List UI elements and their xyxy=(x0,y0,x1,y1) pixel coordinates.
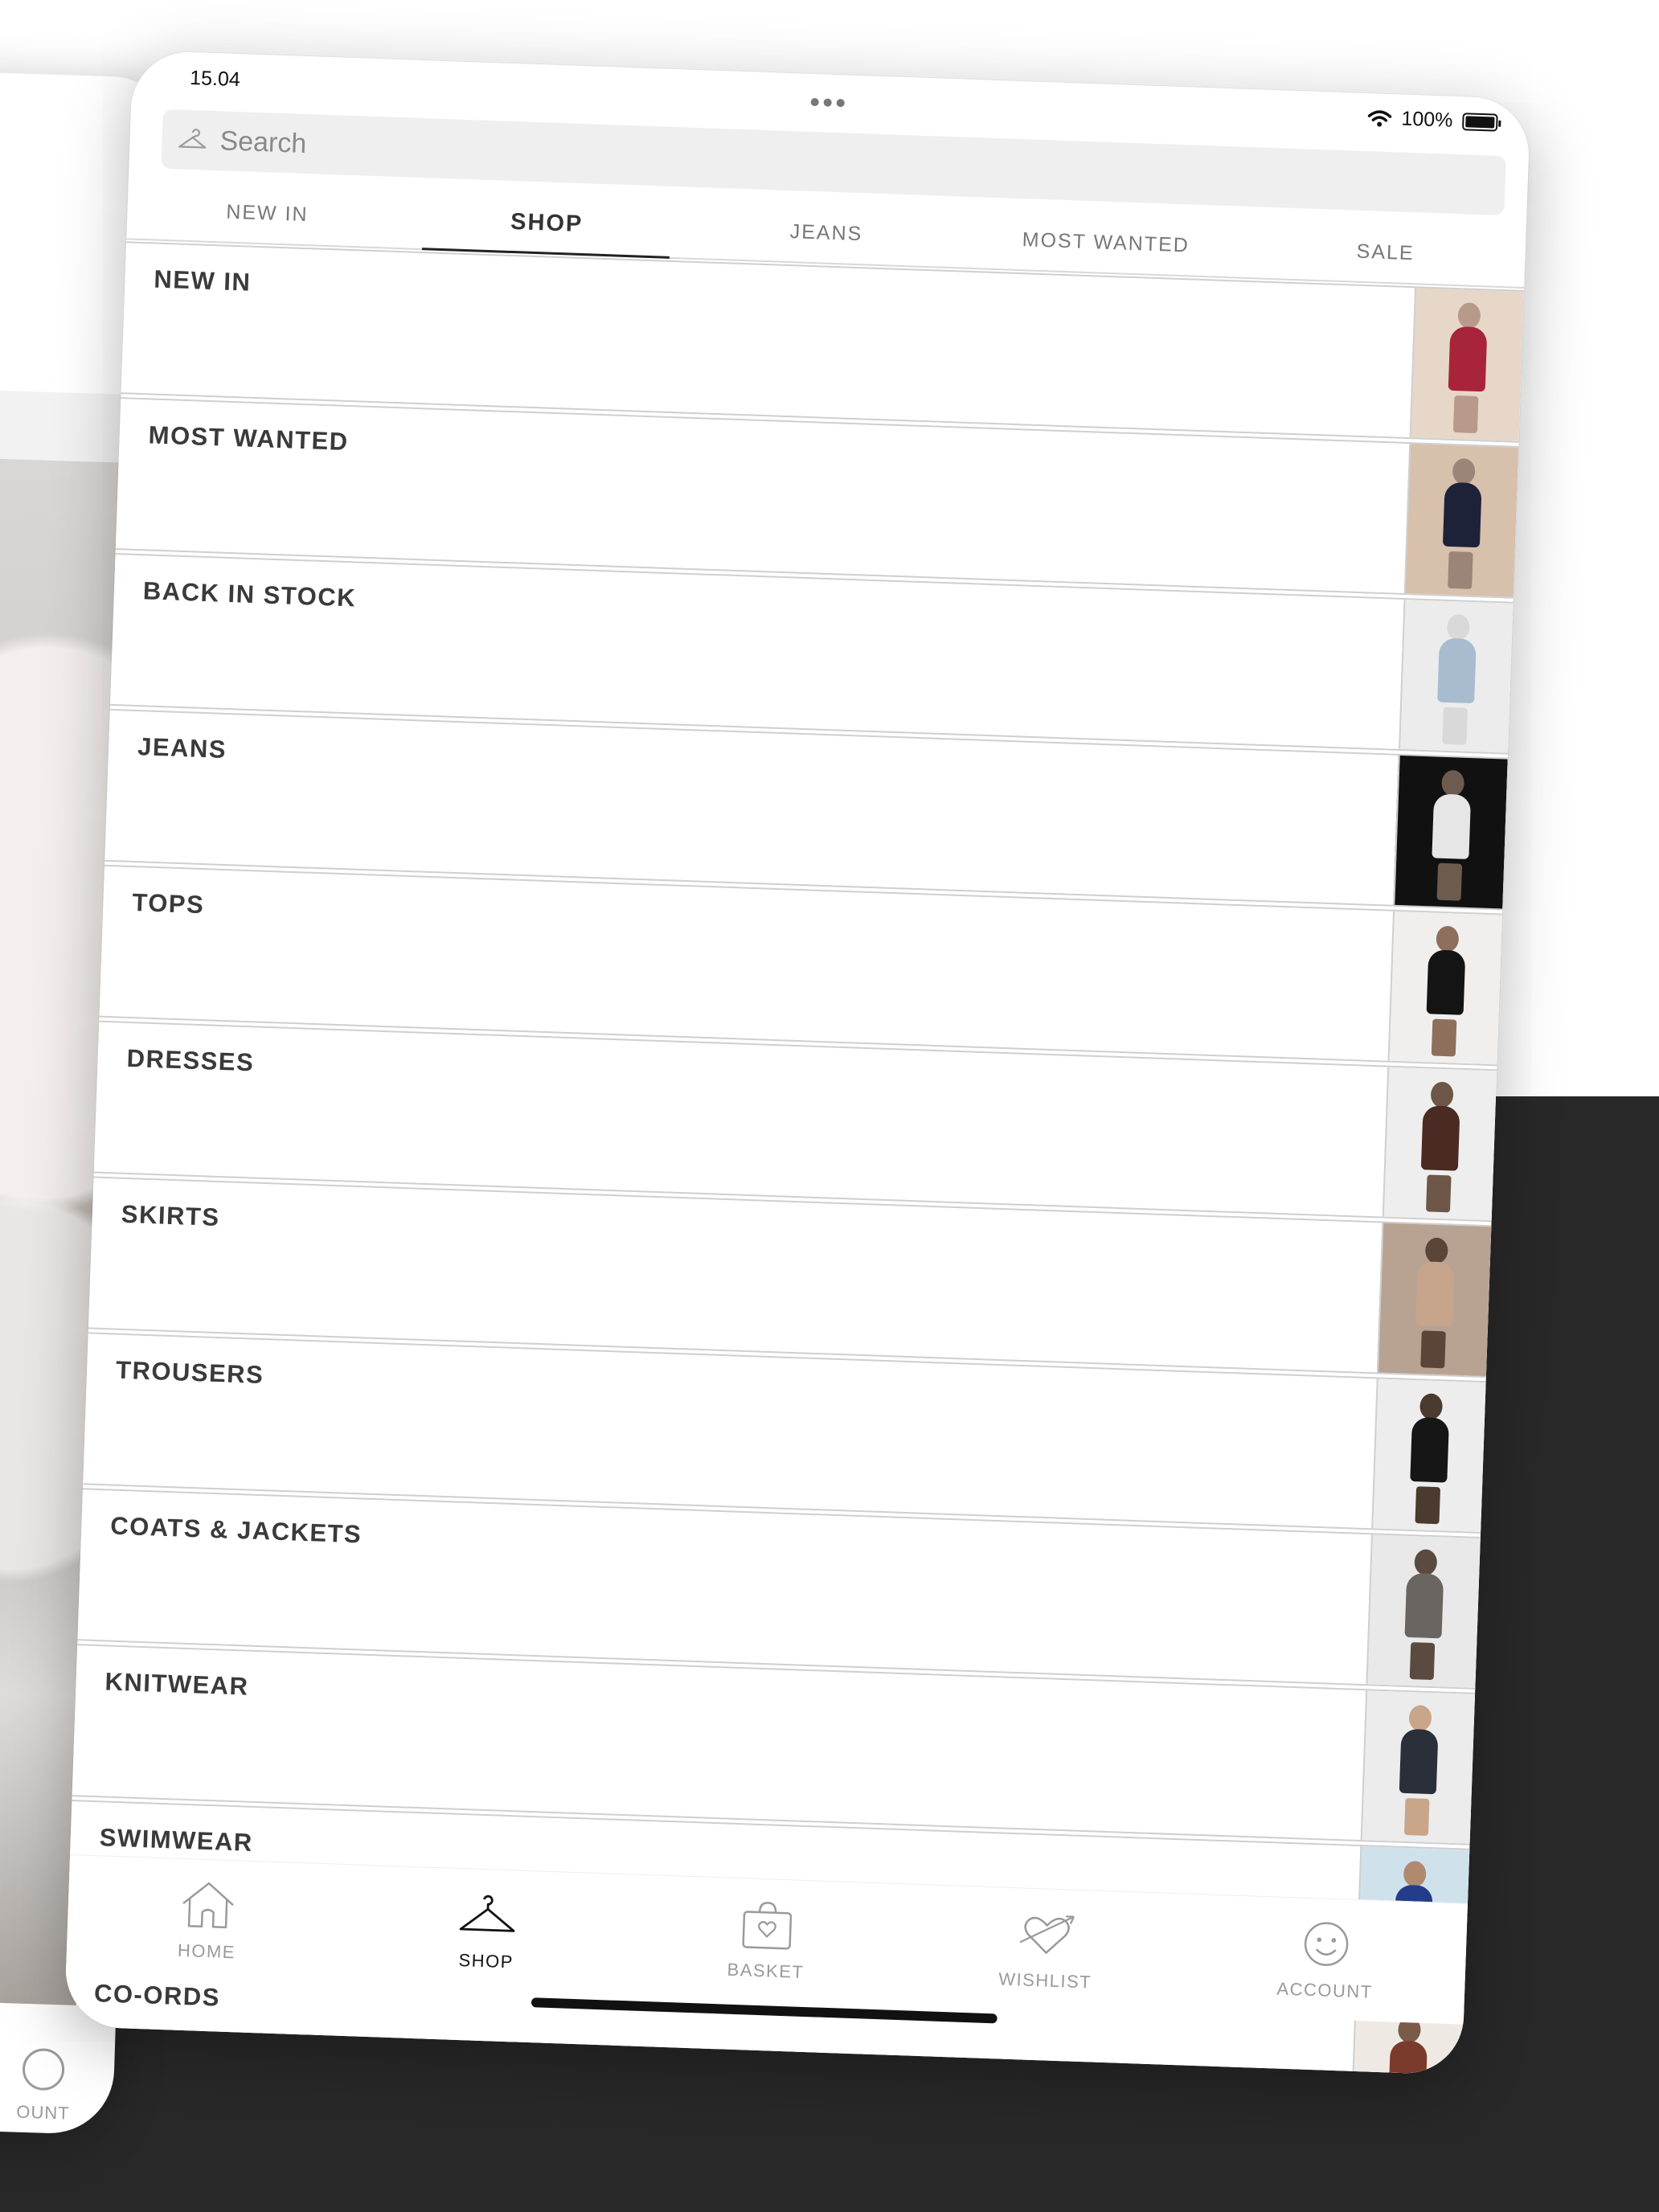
model-head xyxy=(1457,302,1481,330)
smiley-icon xyxy=(22,2047,65,2091)
category-label: NEW IN xyxy=(153,264,252,297)
category-label: BACK IN STOCK xyxy=(142,576,357,612)
heart-arrow-icon xyxy=(1019,1915,1075,1955)
model-legs xyxy=(1415,1486,1441,1525)
status-right: 100% xyxy=(1367,106,1498,134)
category-thumbnail xyxy=(1376,1223,1492,1377)
hanger-icon xyxy=(178,129,207,149)
model-legs xyxy=(1431,1018,1457,1057)
category-thumbnail xyxy=(1399,599,1514,753)
model-outfit xyxy=(1404,1572,1444,1639)
model-legs xyxy=(1452,395,1479,434)
model-outfit xyxy=(1442,481,1482,548)
tablet-device: 15.04 100% Search NEW IN SHOP JEANS MOST… xyxy=(63,50,1531,2075)
model-outfit xyxy=(1399,1728,1439,1795)
search-input[interactable]: Search xyxy=(219,125,307,160)
category-label: DRESSES xyxy=(126,1043,255,1077)
category-label: JEANS xyxy=(137,732,227,764)
model-legs xyxy=(1409,1642,1436,1681)
category-thumbnail xyxy=(1366,1534,1481,1688)
tab-bar-home-label: HOME xyxy=(177,1940,236,1963)
model-head xyxy=(1414,1549,1438,1576)
category-label: TROUSERS xyxy=(115,1355,264,1390)
category-list: NEW IN MOST WANTED BACK IN STOCK JEANS TOPS D… xyxy=(63,241,1525,2075)
model-legs xyxy=(1448,551,1473,589)
model-outfit xyxy=(1415,1261,1455,1327)
model-outfit xyxy=(1420,1105,1460,1171)
model-head xyxy=(1424,1237,1448,1264)
model-head xyxy=(1408,1705,1432,1732)
status-time: 15.04 xyxy=(189,66,241,92)
tab-bar-basket[interactable]: BASKET xyxy=(625,1874,908,2005)
model-head xyxy=(1441,769,1465,797)
background-tab-label: OUNT xyxy=(15,2101,71,2124)
tab-bar-home[interactable]: HOME xyxy=(66,1855,350,1985)
category-label: COATS & JACKETS xyxy=(109,1511,363,1549)
basket-icon xyxy=(742,1902,793,1950)
model-legs xyxy=(1420,1330,1446,1369)
battery-icon xyxy=(1461,112,1498,132)
category-label: SKIRTS xyxy=(121,1199,221,1232)
model-outfit xyxy=(1410,1416,1450,1483)
wifi-icon xyxy=(1367,109,1392,127)
model-outfit xyxy=(1437,637,1477,704)
category-thumbnail xyxy=(1387,911,1502,1065)
model-legs xyxy=(1426,1174,1452,1213)
model-outfit xyxy=(1432,793,1472,859)
model-outfit xyxy=(1388,2040,1428,2075)
tab-bar-shop-label: SHOP xyxy=(458,1949,514,1972)
model-legs xyxy=(1442,707,1468,745)
model-outfit xyxy=(1426,949,1466,1015)
category-thumbnail xyxy=(1393,755,1508,909)
model-head xyxy=(1446,613,1470,641)
category-label: KNITWEAR xyxy=(104,1667,250,1701)
category-thumbnail xyxy=(1382,1067,1497,1221)
home-icon xyxy=(182,1882,234,1929)
category-label: SWIMWEAR xyxy=(99,1823,254,1857)
category-label: MOST WANTED xyxy=(148,420,350,457)
model-legs xyxy=(1403,1797,1430,1836)
model-head xyxy=(1419,1393,1444,1420)
model-head xyxy=(1430,1081,1454,1108)
hanger-icon xyxy=(459,1895,515,1932)
tab-bar-account[interactable]: ACCOUNT xyxy=(1184,1895,1468,2025)
tab-bar-wishlist[interactable]: WISHLIST xyxy=(904,1884,1188,2014)
tab-sale[interactable]: SALE xyxy=(1244,218,1526,287)
model-legs xyxy=(1436,862,1463,901)
model-head xyxy=(1436,925,1460,952)
category-thumbnail xyxy=(1403,444,1519,597)
category-thumbnail xyxy=(1371,1378,1486,1533)
category-label: TOPS xyxy=(131,888,205,920)
tab-bar-basket-label: BASKET xyxy=(727,1959,805,1982)
tab-bar-wishlist-label: WISHLIST xyxy=(997,1968,1092,1993)
category-thumbnail xyxy=(1409,288,1525,441)
tab-most-wanted[interactable]: MOST WANTED xyxy=(965,208,1247,277)
smiley-icon xyxy=(1304,1922,1349,1966)
tab-bar-shop[interactable]: SHOP xyxy=(346,1865,629,1995)
tab-jeans[interactable]: JEANS xyxy=(686,199,967,268)
tab-shop[interactable]: SHOP xyxy=(406,188,687,257)
category-label: CO-ORDS xyxy=(93,1979,221,2012)
tab-new-in[interactable]: NEW IN xyxy=(126,178,408,248)
model-outfit xyxy=(1448,326,1488,392)
battery-percent: 100% xyxy=(1401,107,1453,132)
tab-bar-account-label: ACCOUNT xyxy=(1276,1978,1374,2002)
category-thumbnail xyxy=(1360,1690,1476,1844)
model-head xyxy=(1403,1860,1427,1887)
multitask-dots-icon[interactable] xyxy=(810,97,845,108)
model-head xyxy=(1452,458,1476,485)
